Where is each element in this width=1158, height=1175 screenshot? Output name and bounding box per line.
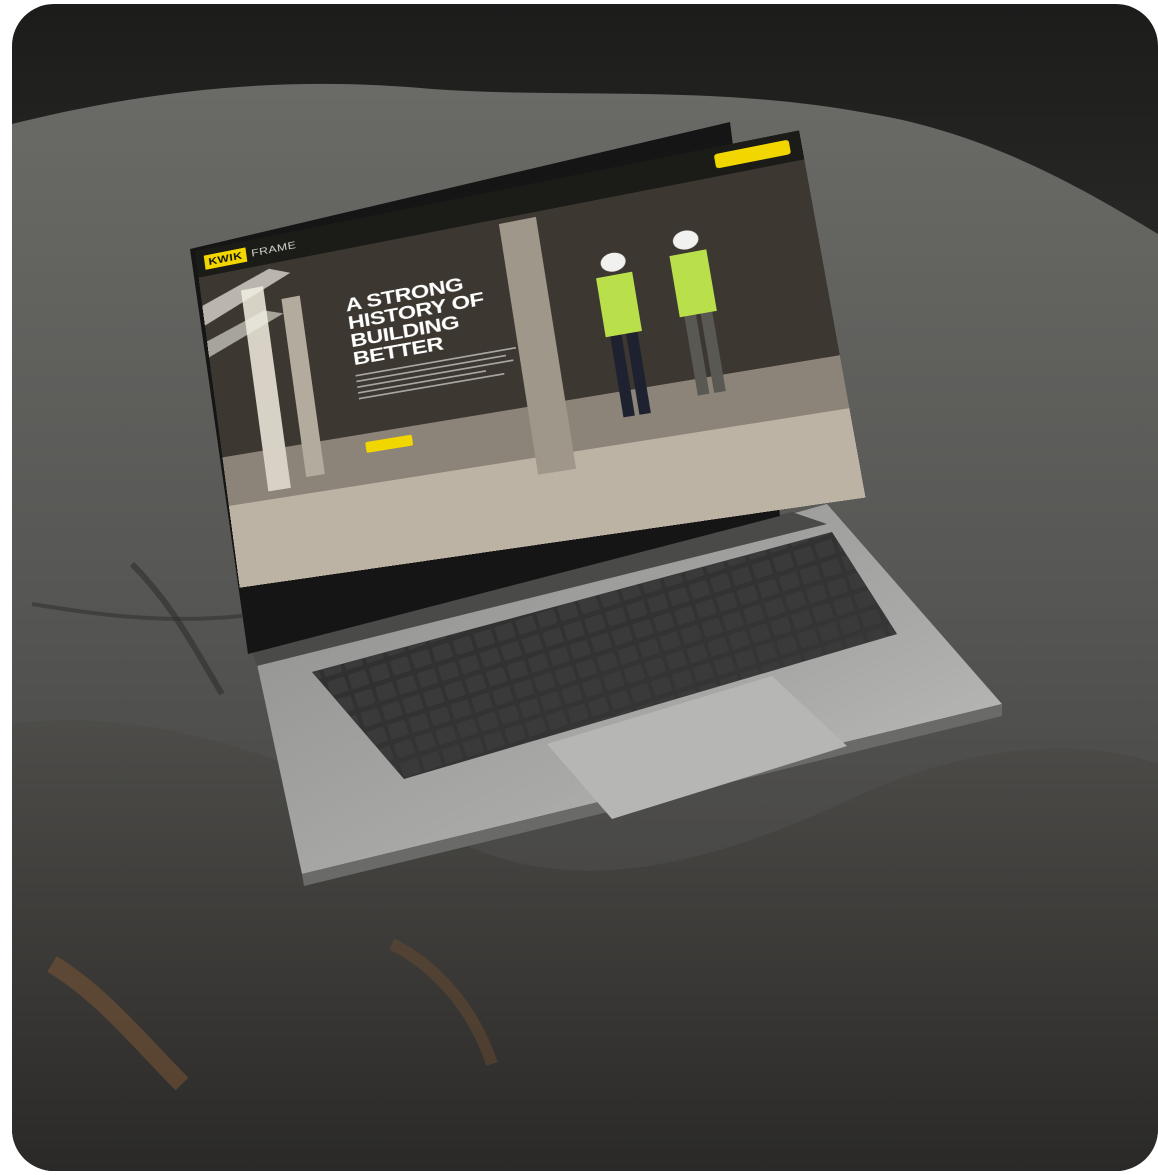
logo-mark: KWIK — [203, 247, 248, 270]
photo-frame: KWIK FRAME A STRONG HISTORY OF BUILDING … — [12, 4, 1158, 1171]
logo-text: FRAME — [250, 239, 298, 260]
nav-links — [628, 160, 701, 174]
